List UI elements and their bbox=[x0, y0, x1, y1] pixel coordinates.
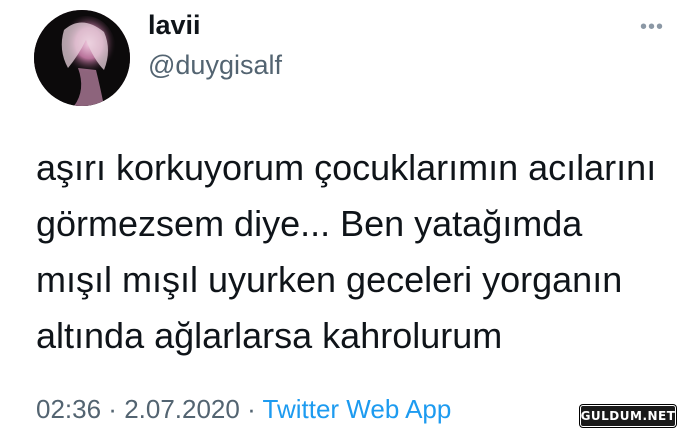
tweet-card: lavii @duygisalf ••• aşırı korkuyorum ço… bbox=[0, 0, 680, 431]
meta-separator: · bbox=[101, 394, 125, 424]
avatar[interactable] bbox=[34, 10, 130, 106]
tweet-text-line: mışıl mışıl uyurken geceleri yorganın bbox=[36, 259, 623, 300]
display-name[interactable]: lavii bbox=[148, 10, 201, 41]
tweet-time[interactable]: 02:36 bbox=[36, 394, 101, 424]
tweet-text-line: altında ağlarlarsa kahrolurum bbox=[36, 315, 503, 356]
tweet-text-line: aşırı korkuyorum çocuklarımın acılarını bbox=[36, 147, 657, 188]
profile-photo-icon bbox=[34, 10, 130, 106]
meta-separator: · bbox=[239, 394, 263, 424]
tweet-source-link[interactable]: Twitter Web App bbox=[263, 394, 452, 424]
tweet-date[interactable]: 2.07.2020 bbox=[124, 394, 240, 424]
more-options-icon[interactable]: ••• bbox=[640, 17, 664, 37]
tweet-text-line: görmezsem diye... Ben yatağımda bbox=[36, 203, 583, 244]
watermark-logo: GULDUM.NET bbox=[580, 405, 676, 427]
tweet-meta: 02:36 · 2.07.2020 · Twitter Web App bbox=[36, 394, 451, 425]
user-handle[interactable]: @duygisalf bbox=[148, 50, 282, 81]
tweet-text: aşırı korkuyorum çocuklarımın acılarını … bbox=[36, 140, 666, 364]
